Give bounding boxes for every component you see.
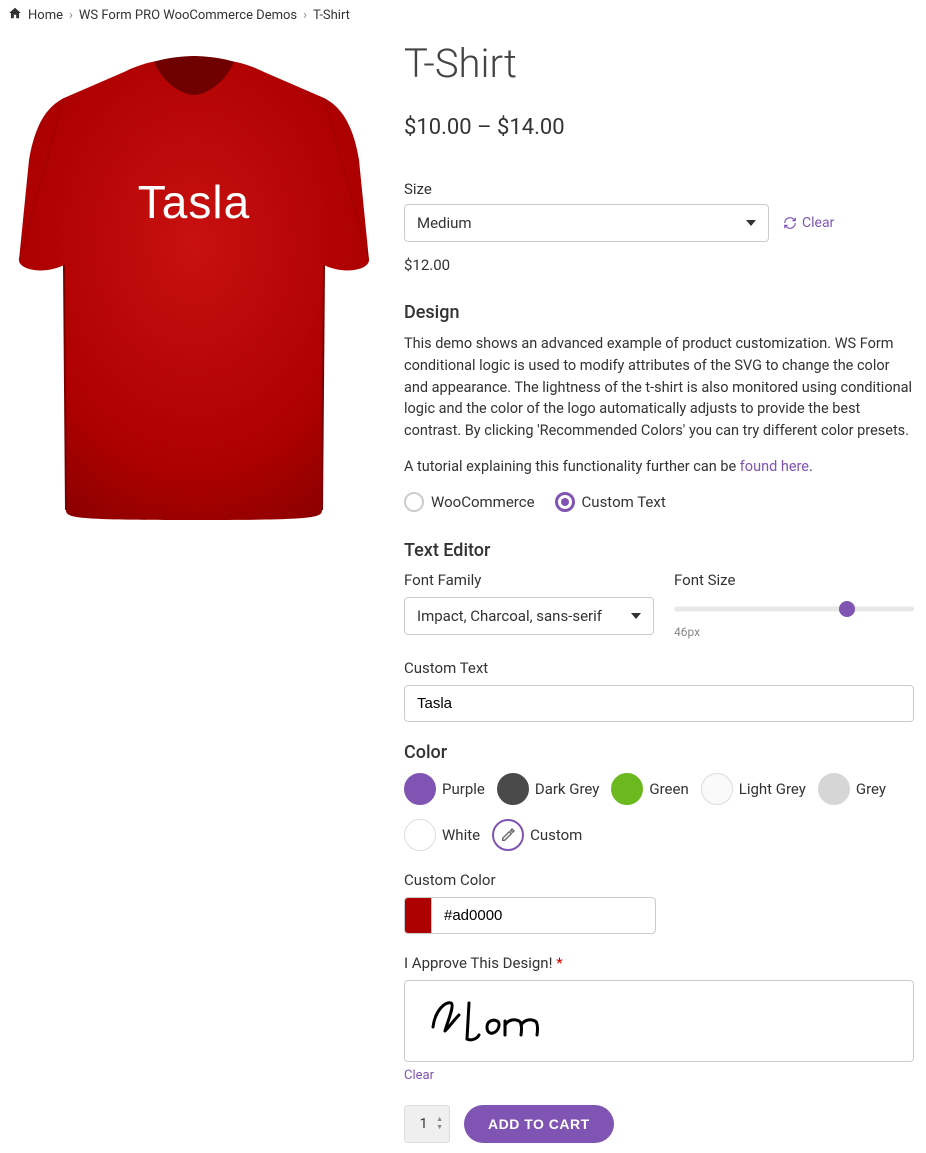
color-label: Purple (442, 780, 485, 798)
size-select-value: Medium (417, 214, 472, 232)
custom-text-label: Custom Text (404, 659, 914, 677)
clear-size-link[interactable]: Clear (783, 215, 834, 231)
slider-thumb[interactable] (839, 601, 855, 617)
text-editor-heading: Text Editor (404, 540, 914, 561)
font-family-value: Impact, Charcoal, sans-serif (417, 607, 602, 625)
chevron-right-icon: › (303, 8, 307, 23)
color-label: Grey (856, 780, 886, 798)
color-green[interactable]: Green (611, 773, 688, 805)
logo-mode-woocommerce[interactable]: WooCommerce (404, 492, 535, 512)
color-label: Custom (530, 826, 582, 844)
slider-track (674, 606, 914, 611)
breadcrumb: Home › WS Form PRO WooCommerce Demos › T… (0, 0, 926, 30)
color-light-grey[interactable]: Light Grey (701, 773, 806, 805)
font-size-slider[interactable] (674, 599, 914, 619)
color-white[interactable]: White (404, 819, 480, 851)
swatch-icon (701, 773, 733, 805)
size-select[interactable]: Medium (404, 204, 769, 242)
breadcrumb-category[interactable]: WS Form PRO WooCommerce Demos (79, 8, 297, 23)
swatch-icon (818, 773, 850, 805)
breadcrumb-home[interactable]: Home (28, 8, 63, 23)
custom-color-label: Custom Color (404, 871, 914, 889)
font-size-value: 46px (674, 625, 914, 639)
radio-label: WooCommerce (431, 493, 535, 511)
product-title: T-Shirt (404, 40, 914, 87)
custom-color-preview[interactable] (404, 897, 431, 934)
color-custom[interactable]: Custom (492, 819, 582, 851)
radio-icon-selected (555, 492, 575, 512)
signature-drawing (425, 991, 555, 1051)
swatch-icon (404, 819, 436, 851)
add-to-cart-button[interactable]: ADD TO CART (464, 1105, 614, 1143)
stepper-arrows-icon: ▲▼ (436, 1116, 443, 1131)
home-icon (8, 6, 22, 24)
color-label: White (442, 826, 480, 844)
color-label: Green (649, 780, 688, 798)
refresh-icon (783, 216, 797, 230)
font-family-select[interactable]: Impact, Charcoal, sans-serif (404, 597, 654, 635)
tutorial-link[interactable]: found here (740, 458, 809, 475)
tshirt-custom-text: Tasla (4, 175, 384, 229)
approve-label: I Approve This Design! * (404, 954, 914, 972)
swatch-icon (611, 773, 643, 805)
color-purple[interactable]: Purple (404, 773, 485, 805)
breadcrumb-current: T-Shirt (313, 8, 350, 23)
tutorial-text: A tutorial explaining this functionality… (404, 456, 914, 478)
quantity-value: 1 (411, 1116, 436, 1132)
design-description: This demo shows an advanced example of p… (404, 333, 914, 442)
color-label: Light Grey (739, 780, 806, 798)
color-heading: Color (404, 742, 914, 763)
custom-color-input[interactable] (431, 897, 656, 934)
swatch-icon (497, 773, 529, 805)
color-label: Dark Grey (535, 780, 600, 798)
radio-label: Custom Text (582, 493, 666, 511)
signature-pad[interactable] (404, 980, 914, 1062)
color-dark-grey[interactable]: Dark Grey (497, 773, 600, 805)
price-range: $10.00 – $14.00 (404, 115, 914, 140)
caret-down-icon (746, 220, 756, 226)
font-size-label: Font Size (674, 571, 914, 589)
quantity-stepper[interactable]: 1 ▲▼ (404, 1105, 450, 1143)
variant-price: $12.00 (404, 256, 914, 274)
logo-mode-custom-text[interactable]: Custom Text (555, 492, 666, 512)
eyedropper-icon (492, 819, 524, 851)
size-label: Size (404, 180, 914, 198)
design-heading: Design (404, 302, 914, 323)
chevron-right-icon: › (69, 8, 73, 23)
signature-clear-link[interactable]: Clear (404, 1068, 434, 1083)
product-image: Tasla (4, 40, 384, 520)
caret-down-icon (631, 613, 641, 619)
custom-text-input[interactable] (404, 685, 914, 722)
font-family-label: Font Family (404, 571, 654, 589)
radio-icon (404, 492, 424, 512)
swatch-icon (404, 773, 436, 805)
color-grey[interactable]: Grey (818, 773, 886, 805)
